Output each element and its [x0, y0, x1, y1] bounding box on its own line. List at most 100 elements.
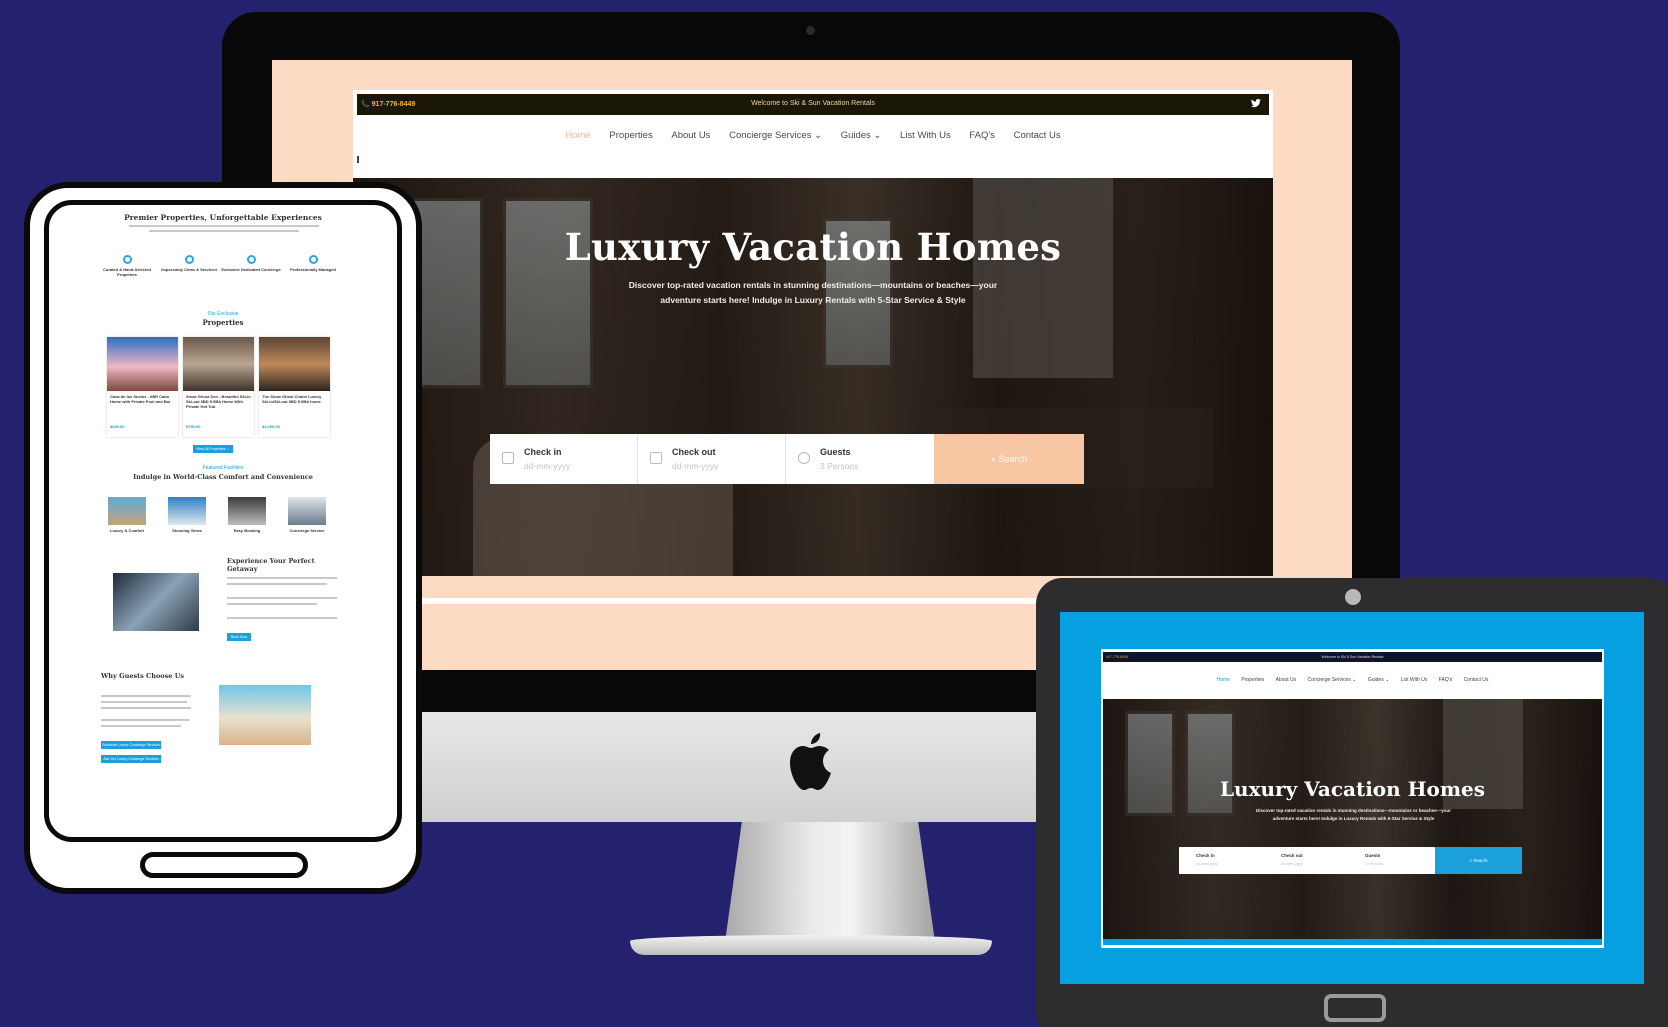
amenity-image	[288, 497, 326, 525]
bell-icon	[246, 255, 256, 264]
getaway-text	[227, 603, 317, 605]
property-image	[183, 337, 254, 391]
main-nav: Home Properties About Us Concierge Servi…	[353, 130, 1273, 141]
ipad-nav-contact-us[interactable]: Contact Us	[1464, 677, 1489, 683]
ipad-camera	[1345, 589, 1361, 605]
nav-contact-us[interactable]: Contact Us	[1014, 130, 1061, 141]
ipad-hero-subtitle: Discover top-rated vacation rentals in s…	[1255, 808, 1452, 821]
check-icon	[184, 255, 194, 264]
ipad-checkout-placeholder: dd-mm-yyyy	[1281, 861, 1303, 866]
imac-camera	[806, 26, 815, 35]
intro-text	[149, 230, 299, 232]
ipad-checkin-label[interactable]: Check in	[1196, 853, 1215, 858]
property-card[interactable]: Snow Ghost Den - Beautiful Ski-in Ski-ou…	[183, 337, 254, 437]
diamond-icon	[122, 255, 132, 264]
ipad-nav-faqs[interactable]: FAQ's	[1439, 677, 1452, 683]
nav-about-us[interactable]: About Us	[671, 130, 710, 141]
guests-label: Guests	[820, 447, 851, 457]
why-title: Why Guests Choose Us	[101, 672, 185, 680]
search-button[interactable]: ⌕ Search	[934, 434, 1084, 484]
nav-list-with-us[interactable]: List With Us	[900, 130, 951, 141]
why-image	[219, 685, 311, 745]
amenity-item: Easy Booking	[217, 497, 277, 533]
ipad-nav-concierge[interactable]: Concierge Services ⌄	[1308, 677, 1357, 683]
guests-value: 3 Persons	[820, 461, 859, 471]
why-text	[101, 707, 191, 709]
amenities-kicker: Featured Facilities	[202, 465, 244, 471]
guests-field[interactable]: Guests 3 Persons	[786, 434, 934, 484]
ipad-site: 917-776-8449 Welcome to Ski & Sun Vacati…	[1101, 649, 1604, 948]
getaway-image	[113, 573, 199, 631]
property-card[interactable]: The Snow Ghost Chalet Luxury Ski-in/Ski-…	[259, 337, 330, 437]
calendar-icon	[502, 452, 514, 464]
amenities-title: Indulge in World-Class Comfort and Conve…	[133, 473, 313, 481]
search-box: Check in dd-mm-yyyy Check out dd-mm-yyyy…	[490, 434, 1084, 484]
property-image	[259, 337, 330, 391]
getaway-button[interactable]: Book Now	[227, 633, 251, 641]
amenity-item: Luxury & Comfort	[97, 497, 157, 533]
nav-home[interactable]: Home	[565, 130, 590, 141]
ask-concierge-button[interactable]: Ask Our Luxury Concierge Services	[101, 755, 161, 763]
amenity-item: Stunning Views	[157, 497, 217, 533]
getaway-text	[227, 617, 337, 619]
ipad-home-button	[1324, 994, 1386, 1022]
hero-subtitle: Discover top-rated vacation rentals in s…	[628, 280, 998, 305]
view-all-button[interactable]: View All Properties →	[193, 445, 233, 453]
why-text	[101, 719, 189, 721]
feature-item: Exclusive Dedicated Concierge	[221, 255, 281, 272]
checkout-label: Check out	[672, 447, 716, 457]
apple-logo-icon	[790, 733, 831, 790]
properties-kicker: Our Exclusive	[207, 311, 239, 317]
ipad-nav-properties[interactable]: Properties	[1241, 677, 1264, 683]
nav-faqs[interactable]: FAQ's	[969, 130, 995, 141]
ipad-nav-guides[interactable]: Guides ⌄	[1368, 677, 1389, 683]
checkout-field[interactable]: Check out dd-mm-yyyy	[638, 434, 786, 484]
welcome-text: Welcome to Ski & Sun Vacation Rentals	[751, 100, 875, 107]
imac-base	[630, 935, 992, 955]
getaway-text	[227, 597, 337, 599]
hero-title: Luxury Vacation Homes	[564, 225, 1062, 269]
ipad-checkin-placeholder: dd-mm-yyyy	[1196, 861, 1218, 866]
nav-concierge-services[interactable]: Concierge Services ⌄	[729, 130, 822, 141]
ipad-guests-label[interactable]: Guests	[1365, 853, 1380, 858]
refresh-icon	[308, 255, 318, 264]
checkin-label: Check in	[524, 447, 562, 457]
guests-icon	[798, 452, 810, 464]
ipad-nav-list-with-us[interactable]: List With Us	[1401, 677, 1428, 683]
property-card[interactable]: Casa de los Suelos - 6BR Cabo Home with …	[107, 337, 178, 437]
calendar-icon	[650, 452, 662, 464]
amenity-item: Concierge Service	[277, 497, 337, 533]
checkin-field[interactable]: Check in dd-mm-yyyy	[490, 434, 638, 484]
intro-text	[129, 225, 319, 227]
schedule-concierge-button[interactable]: Schedule Luxury Concierge Services	[101, 741, 161, 749]
ipad-top-bar: 917-776-8449 Welcome to Ski & Sun Vacati…	[1103, 652, 1602, 662]
property-image	[107, 337, 178, 391]
amenity-image	[108, 497, 146, 525]
tablet-home-button	[140, 852, 308, 878]
ipad-nav-about-us[interactable]: About Us	[1276, 677, 1297, 683]
intro-title: Premier Properties, Unforgettable Experi…	[124, 213, 322, 222]
top-bar: 📞 917-776-8449 Welcome to Ski & Sun Vaca…	[357, 94, 1269, 115]
nav-properties[interactable]: Properties	[609, 130, 652, 141]
getaway-text	[227, 577, 337, 579]
menu-icon[interactable]	[357, 156, 359, 163]
nav-guides[interactable]: Guides ⌄	[841, 130, 882, 141]
ipad-hero-title: Luxury Vacation Homes	[1219, 777, 1486, 801]
ipad-welcome: Welcome to Ski & Sun Vacation Rentals	[1321, 655, 1384, 659]
checkin-placeholder: dd-mm-yyyy	[524, 461, 571, 471]
ipad-checkout-label[interactable]: Check out	[1281, 853, 1303, 858]
ipad-nav: Home Properties About Us Concierge Servi…	[1101, 677, 1604, 683]
tablet-screen: Premier Properties, Unforgettable Experi…	[44, 200, 402, 842]
ipad-search-button[interactable]: ⌕ Search	[1435, 847, 1522, 874]
why-text	[101, 695, 191, 697]
amenity-image	[168, 497, 206, 525]
twitter-icon[interactable]	[1251, 98, 1261, 108]
ipad-nav-home[interactable]: Home	[1217, 677, 1230, 683]
feature-item: Impeccably Clean & Serviced	[159, 255, 219, 272]
ipad-search-box: Check in dd-mm-yyyy Check out dd-mm-yyyy…	[1179, 847, 1522, 874]
imac-stand	[725, 822, 935, 942]
feature-item: Curated & Hand-Selected Properties	[97, 255, 157, 277]
checkout-placeholder: dd-mm-yyyy	[672, 461, 719, 471]
properties-title: Properties	[202, 318, 244, 327]
ipad-blue-band	[1103, 939, 1602, 945]
